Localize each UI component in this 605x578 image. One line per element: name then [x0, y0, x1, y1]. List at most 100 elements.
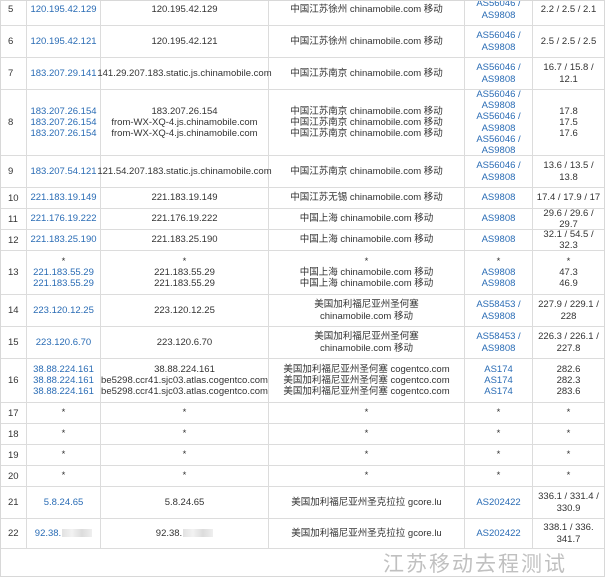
ip-link[interactable]: 120.195.42.129	[30, 4, 96, 15]
ip-link[interactable]: 120.195.42.121	[30, 36, 96, 47]
time-cell-text: 46.9	[559, 278, 578, 290]
hostname-cell: 92.38.	[101, 519, 269, 548]
time-cell: 16.7 / 15.8 / 12.1	[533, 58, 604, 89]
ip-cell: 120.195.42.121	[27, 26, 101, 57]
time-cell-text: 16.7 / 15.8 / 12.1	[543, 62, 594, 85]
asn-link[interactable]: AS9808	[482, 213, 516, 224]
location-cell-text: 中国江苏徐州 chinamobile.com 移动	[290, 3, 443, 15]
location-cell-text: 中国江苏南京 chinamobile.com 移动	[290, 67, 443, 79]
asn-link[interactable]: AS174	[484, 386, 513, 397]
ip-cell-text: *	[61, 407, 66, 419]
ip-link[interactable]: 221.183.55.29	[33, 267, 94, 278]
ip-link[interactable]: 223.120.6.70	[36, 337, 91, 348]
ip-link[interactable]: 221.183.25.190	[30, 234, 96, 245]
asn-cell: AS202422	[465, 519, 533, 548]
asn-cell: AS56046 /AS9808	[465, 58, 533, 89]
location-cell-text: 中国江苏徐州 chinamobile.com 移动	[290, 35, 443, 47]
hop-number-cell: 18	[1, 424, 27, 444]
table-row: 18 * * * * *	[1, 424, 604, 445]
ip-link[interactable]: 92.38.	[35, 528, 61, 539]
asn-link[interactable]: AS9808	[482, 311, 516, 322]
location-cell-text: 中国上海 chinamobile.com 移动	[299, 234, 434, 246]
time-cell-text: 227.8	[556, 342, 581, 354]
hop-number-cell: 7	[1, 58, 27, 89]
asn-link[interactable]: AS56046 /	[476, 111, 520, 122]
ip-link[interactable]: 5.8.24.65	[44, 497, 84, 508]
asn-link[interactable]: AS9808	[482, 145, 516, 156]
location-cell-text: 美国加利福尼亚州圣克拉拉 gcore.lu	[291, 527, 442, 539]
ip-cell-text: *	[61, 428, 66, 440]
ip-cell: * 221.183.55.29 221.183.55.29	[27, 251, 101, 294]
ip-link[interactable]: 183.207.26.154	[30, 128, 96, 139]
ip-link[interactable]: 183.207.26.154	[30, 117, 96, 128]
asn-cell: AS58453 /AS9808	[465, 327, 533, 358]
location-cell: 中国江苏南京 chinamobile.com 移动 中国江苏南京 chinamob…	[269, 90, 465, 155]
table-row: 15 223.120.6.70 223.120.6.70 美国加利福尼亚州圣何塞 chi…	[1, 327, 604, 359]
asn-link[interactable]: AS56046 /	[476, 134, 520, 145]
ip-cell-text: *	[61, 470, 66, 482]
hop-number-cell: 9	[1, 156, 27, 187]
asn-link[interactable]: AS9808	[482, 343, 516, 354]
table-row: 10 221.183.19.149 221.183.19.149 中国江苏无锡 chi…	[1, 188, 604, 209]
ip-link[interactable]: 223.120.12.25	[33, 305, 94, 316]
asn-link[interactable]: AS202422	[476, 497, 520, 508]
time-cell: 336.1 / 331.4 /330.9	[533, 487, 604, 518]
time-cell: 17.4 / 17.9 / 17	[533, 188, 604, 208]
time-cell-text: 282.6	[556, 363, 581, 375]
asn-link[interactable]: AS56046 /	[476, 160, 520, 171]
asn-link[interactable]: AS9808	[482, 74, 516, 85]
hostname-cell-text: 221.183.55.29	[154, 278, 215, 290]
asn-link[interactable]: AS174	[484, 364, 513, 375]
asn-link[interactable]: AS9808	[482, 10, 516, 21]
asn-link[interactable]: AS9808	[482, 278, 516, 289]
asn-cell-text: *	[496, 470, 501, 482]
ip-cell: *	[27, 424, 101, 444]
asn-link[interactable]: AS56046 /	[476, 62, 520, 73]
hostname-cell: 223.120.12.25	[101, 295, 269, 326]
watermark-text: 江苏移动去程测试	[383, 552, 567, 576]
hostname-cell-text: from-WX-XQ-4.js.chinamobile.com	[111, 128, 258, 140]
ip-link[interactable]: 183.207.54.121	[30, 166, 96, 177]
table-row: 16 38.88.224.161 38.88.224.161 38.88.224.16…	[1, 359, 604, 403]
asn-link[interactable]: AS9808	[482, 42, 516, 53]
ip-link[interactable]: 221.183.19.149	[30, 192, 96, 203]
ip-link[interactable]: 183.207.29.141	[30, 68, 96, 79]
ip-link[interactable]: 221.176.19.222	[30, 213, 96, 224]
asn-link[interactable]: AS9808	[482, 234, 516, 245]
ip-cell-text: *	[61, 255, 66, 267]
asn-link[interactable]: AS202422	[476, 528, 520, 539]
hostname-cell: 223.120.6.70	[101, 327, 269, 358]
asn-link[interactable]: AS174	[484, 375, 513, 386]
asn-link[interactable]: AS58453 /	[476, 331, 520, 342]
ip-cell: 183.207.26.154 183.207.26.154 183.207.26.1…	[27, 90, 101, 155]
time-cell-text: *	[566, 470, 571, 482]
hostname-cell: *	[101, 424, 269, 444]
asn-link[interactable]: AS56046 /	[476, 30, 520, 41]
location-cell-text: 美国加利福尼亚州圣何塞	[314, 299, 419, 311]
asn-link[interactable]: AS56046 /	[476, 1, 520, 9]
asn-link[interactable]: AS9808	[482, 192, 516, 203]
asn-link[interactable]: AS9808	[482, 123, 516, 134]
location-cell: *	[269, 466, 465, 486]
hostname-cell: 121.54.207.183.static.js.chinamobile.com	[97, 156, 272, 187]
time-cell: 2.2 / 2.5 / 2.1	[533, 1, 604, 25]
asn-cell-text: *	[496, 407, 501, 419]
ip-link[interactable]: 183.207.26.154	[30, 106, 96, 117]
ip-link[interactable]: 38.88.224.161	[33, 386, 94, 397]
ip-cell: 221.176.19.222	[27, 209, 101, 229]
ip-link[interactable]: 221.183.55.29	[33, 278, 94, 289]
asn-link[interactable]: AS56046 /	[476, 89, 520, 100]
location-cell-text: *	[364, 470, 369, 482]
table-row: 7 183.207.29.141 141.29.207.183.static.js.…	[1, 58, 604, 90]
hop-number-cell: 14	[1, 295, 27, 326]
time-cell-text: 13.6 / 13.5 / 13.8	[543, 160, 594, 183]
asn-link[interactable]: AS9808	[482, 267, 516, 278]
asn-link[interactable]: AS58453 /	[476, 299, 520, 310]
time-cell-text: 341.7	[556, 533, 581, 545]
ip-link[interactable]: 38.88.224.161	[33, 375, 94, 386]
ip-cell: 223.120.6.70	[27, 327, 101, 358]
ip-link[interactable]: 38.88.224.161	[33, 364, 94, 375]
asn-link[interactable]: AS9808	[482, 100, 516, 111]
location-cell-text: 美国加利福尼亚州圣何塞	[314, 331, 419, 343]
asn-link[interactable]: AS9808	[482, 172, 516, 183]
